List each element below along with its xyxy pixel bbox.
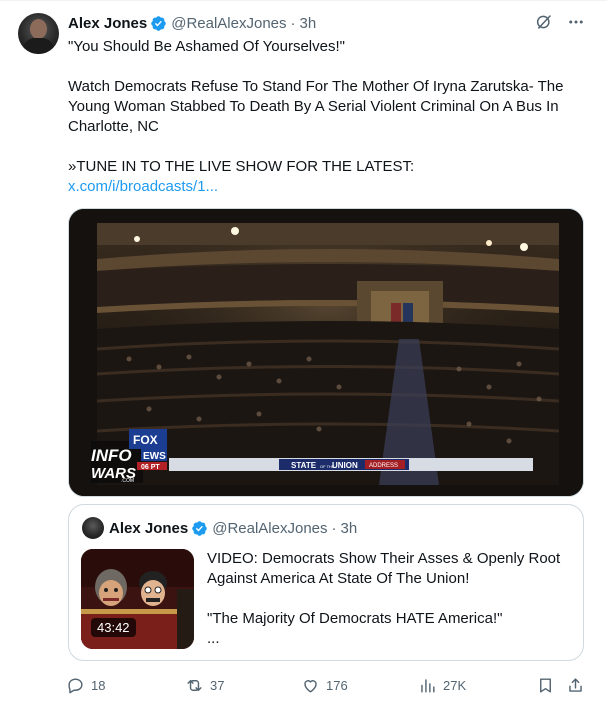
author-avatar[interactable] [18, 13, 59, 54]
verified-badge-icon [151, 15, 166, 31]
reply-icon [68, 678, 83, 694]
banner-state-text: STATE [291, 461, 317, 470]
logo-time-text: 06 PT [141, 464, 160, 471]
post-video[interactable]: STATE OF THE UNION ADDRESS FOX EWS 06 PT… [68, 208, 584, 497]
logo-info-text: INFO [91, 446, 132, 465]
quoted-author-name[interactable]: Alex Jones [109, 520, 188, 537]
heart-icon [304, 680, 317, 693]
video-frame: STATE OF THE UNION ADDRESS FOX EWS 06 PT… [69, 209, 583, 496]
like-button[interactable]: 176 [301, 676, 348, 695]
quoted-author-handle[interactable]: @RealAlexJones [212, 520, 327, 537]
quoted-video-thumbnail[interactable]: 43:42 [81, 549, 194, 649]
views-count: 27K [443, 678, 467, 693]
post-text-line: "You Should Be Ashamed Of Yourselves!" [68, 38, 345, 55]
quoted-author-avatar[interactable] [82, 517, 104, 539]
reply-count: 18 [91, 678, 106, 693]
post-top-actions [535, 13, 585, 31]
grok-icon[interactable] [535, 13, 553, 31]
separator-dot: · [331, 519, 337, 537]
quoted-text: VIDEO: Democrats Show Their Asses & Open… [207, 549, 577, 649]
author-name[interactable]: Alex Jones [68, 15, 147, 32]
logo-fox-text: FOX [133, 433, 158, 447]
views-button[interactable]: 27K [418, 676, 466, 695]
post-text: "You Should Be Ashamed Of Yourselves!" W… [68, 37, 588, 197]
quoted-timestamp[interactable]: 3h [341, 520, 358, 537]
views-icon [421, 679, 435, 693]
more-icon[interactable] [567, 13, 585, 31]
post-text-line: Watch Democrats Refuse To Stand For The … [68, 78, 564, 135]
verified-badge-icon [192, 520, 207, 536]
reply-button[interactable]: 18 [66, 676, 105, 695]
repost-count: 37 [210, 678, 225, 693]
share-icon [569, 678, 582, 692]
logo-com-text: .COM [121, 478, 134, 484]
post-action-bar: 18 37 176 27K [66, 676, 591, 696]
top-divider [0, 0, 607, 1]
quoted-text-line: "The Majority Of Democrats HATE America!… [207, 610, 503, 627]
broadcast-link[interactable]: x.com/i/broadcasts/1... [68, 178, 218, 195]
bookmark-icon [540, 678, 551, 693]
bookmark-button[interactable] [536, 676, 555, 695]
banner-address-text: ADDRESS [369, 463, 398, 469]
post-header: Alex Jones @RealAlexJones · 3h [68, 13, 316, 33]
post-text-line: »TUNE IN TO THE LIVE SHOW FOR THE LATEST… [68, 158, 415, 175]
post-timestamp[interactable]: 3h [300, 15, 317, 32]
repost-button[interactable]: 37 [185, 676, 224, 695]
logo-news-text: EWS [143, 451, 166, 462]
banner-union-text: UNION [332, 461, 358, 470]
like-count: 176 [326, 678, 348, 693]
separator-dot: · [290, 14, 296, 32]
quoted-post[interactable]: Alex Jones @RealAlexJones · 3h 43:42 VID… [68, 504, 584, 661]
quoted-text-ellipsis: ... [207, 630, 220, 647]
share-button[interactable] [566, 676, 585, 695]
repost-icon [187, 680, 202, 691]
quoted-text-line: VIDEO: Democrats Show Their Asses & Open… [207, 550, 561, 587]
author-handle[interactable]: @RealAlexJones [171, 15, 286, 32]
video-duration-badge: 43:42 [91, 618, 136, 637]
quoted-header: Alex Jones @RealAlexJones · 3h [109, 517, 357, 539]
